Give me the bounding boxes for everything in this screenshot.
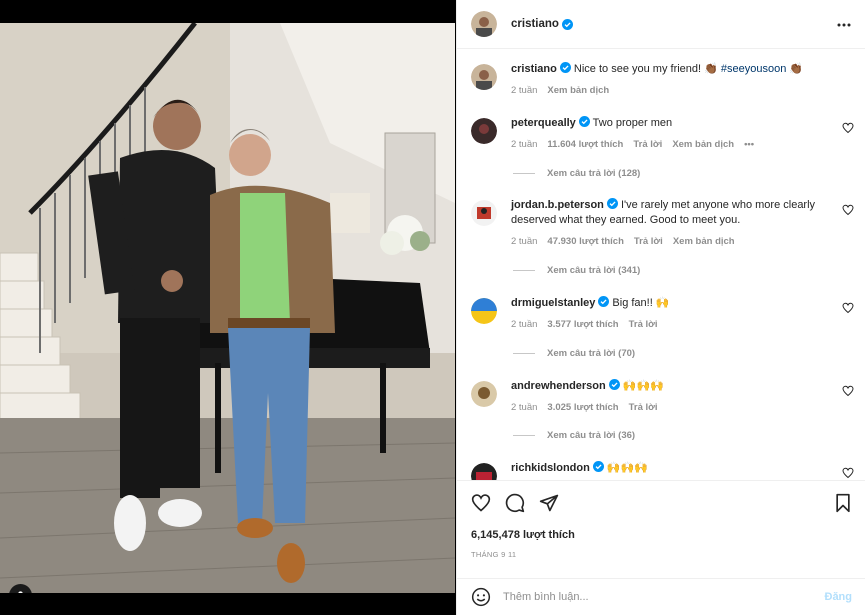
commenter-avatar[interactable] bbox=[471, 118, 497, 144]
reply-button[interactable]: Trả lời bbox=[633, 137, 662, 152]
user-tag-icon bbox=[18, 591, 23, 593]
comment-like-heart-icon[interactable] bbox=[842, 204, 854, 216]
commenter-avatar[interactable] bbox=[471, 381, 497, 407]
reply-button[interactable]: Trả lời bbox=[629, 400, 658, 415]
commenter-username[interactable]: peterqueally bbox=[511, 117, 576, 129]
heart-icon[interactable] bbox=[471, 493, 491, 513]
post-actions: 6,145,478 lượt thích THÁNG 9 11 bbox=[457, 480, 865, 578]
verified-badge-icon bbox=[608, 379, 620, 390]
more-options-button[interactable] bbox=[837, 16, 851, 33]
comment-like-heart-icon[interactable] bbox=[842, 302, 854, 314]
comment-time[interactable]: 2 tuần bbox=[511, 400, 537, 415]
comment-likes[interactable]: 11.604 lượt thích bbox=[547, 137, 623, 152]
post-photo bbox=[0, 23, 455, 593]
view-replies-button[interactable]: Xem câu trả lời (341) bbox=[513, 265, 640, 276]
caption-username[interactable]: cristiano bbox=[511, 63, 557, 75]
comment-options-button[interactable]: ••• bbox=[744, 137, 754, 152]
comment-time[interactable]: 2 tuần bbox=[511, 317, 537, 332]
verified-badge-icon bbox=[561, 18, 573, 30]
comment-like-heart-icon[interactable] bbox=[842, 122, 854, 134]
comment-text: Two proper men bbox=[592, 117, 673, 129]
comment-item: andrewhenderson 🙌🙌🙌 2 tuần 3.025 lượt th… bbox=[471, 379, 856, 415]
caption: cristiano Nice to see you my friend! 👏🏾 … bbox=[471, 62, 856, 98]
ellipsis-icon bbox=[837, 23, 851, 26]
see-translation-button[interactable]: Xem bản dịch bbox=[547, 83, 609, 98]
verified-badge-icon bbox=[606, 198, 618, 209]
commenter-username[interactable]: richkidslondon bbox=[511, 462, 590, 474]
comment-likes[interactable]: 3.577 lượt thích bbox=[547, 317, 618, 332]
comment-icon[interactable] bbox=[505, 493, 525, 513]
see-translation-button[interactable]: Xem bản dịch bbox=[672, 137, 734, 152]
add-comment-bar: Đăng bbox=[457, 578, 865, 615]
commenter-avatar[interactable] bbox=[471, 200, 497, 226]
post-comment-button[interactable]: Đăng bbox=[825, 591, 853, 603]
add-comment-input[interactable] bbox=[503, 591, 825, 603]
comment-text: 🙌🙌🙌 bbox=[606, 462, 648, 474]
caption-avatar[interactable] bbox=[471, 64, 497, 90]
author-username[interactable]: cristiano bbox=[511, 18, 559, 30]
commenter-username[interactable]: drmiguelstanley bbox=[511, 297, 595, 309]
verified-badge-icon bbox=[578, 116, 590, 127]
verified-badge-icon bbox=[592, 461, 604, 472]
reply-button[interactable]: Trả lời bbox=[629, 317, 658, 332]
comment-like-heart-icon[interactable] bbox=[842, 467, 854, 479]
author-avatar[interactable] bbox=[471, 11, 497, 37]
post-modal: cristiano cristiano Nice to see you my f… bbox=[0, 0, 865, 615]
comment-text: 🙌🙌🙌 bbox=[622, 380, 664, 392]
see-translation-button[interactable]: Xem bản dịch bbox=[673, 234, 735, 249]
caption-time[interactable]: 2 tuần bbox=[511, 83, 537, 98]
reply-button[interactable]: Trả lời bbox=[634, 234, 663, 249]
smiley-icon[interactable] bbox=[471, 587, 491, 607]
comment-text: Big fan!! 🙌 bbox=[612, 297, 670, 309]
send-icon[interactable] bbox=[539, 493, 559, 513]
comments-list[interactable]: cristiano Nice to see you my friend! 👏🏾 … bbox=[457, 50, 865, 480]
comment-item: peterqueally Two proper men 2 tuần 11.60… bbox=[471, 116, 856, 152]
commenter-username[interactable]: jordan.b.peterson bbox=[511, 199, 604, 211]
commenter-avatar[interactable] bbox=[471, 463, 497, 480]
commenter-username[interactable]: andrewhenderson bbox=[511, 380, 606, 392]
verified-badge-icon bbox=[598, 296, 610, 307]
bookmark-icon[interactable] bbox=[834, 493, 852, 513]
comment-likes[interactable]: 47.930 lượt thích bbox=[547, 234, 623, 249]
comment-item: richkidslondon 🙌🙌🙌 bbox=[471, 461, 856, 480]
comment-item: drmiguelstanley Big fan!! 🙌 2 tuần 3.577… bbox=[471, 296, 856, 332]
view-replies-button[interactable]: Xem câu trả lời (70) bbox=[513, 348, 635, 359]
verified-badge-icon bbox=[559, 62, 571, 73]
commenter-avatar[interactable] bbox=[471, 298, 497, 324]
post-image[interactable] bbox=[0, 23, 455, 593]
hashtag-link[interactable]: #seeyousoon bbox=[721, 63, 786, 75]
post-header: cristiano bbox=[457, 0, 865, 49]
post-side-panel: cristiano cristiano Nice to see you my f… bbox=[456, 0, 865, 615]
view-replies-button[interactable]: Xem câu trả lời (36) bbox=[513, 430, 635, 441]
comment-likes[interactable]: 3.025 lượt thích bbox=[547, 400, 618, 415]
view-replies-button[interactable]: Xem câu trả lời (128) bbox=[513, 168, 640, 179]
comment-like-heart-icon[interactable] bbox=[842, 385, 854, 397]
post-date[interactable]: THÁNG 9 11 bbox=[471, 550, 516, 559]
comment-time[interactable]: 2 tuần bbox=[511, 137, 537, 152]
caption-text: Nice to see you my friend! 👏🏾 bbox=[573, 63, 721, 75]
comment-time[interactable]: 2 tuần bbox=[511, 234, 537, 249]
comment-item: jordan.b.peterson I've rarely met anyone… bbox=[471, 198, 856, 249]
caption-emoji: 👏🏾 bbox=[786, 63, 804, 75]
like-count[interactable]: 6,145,478 lượt thích bbox=[471, 529, 575, 541]
